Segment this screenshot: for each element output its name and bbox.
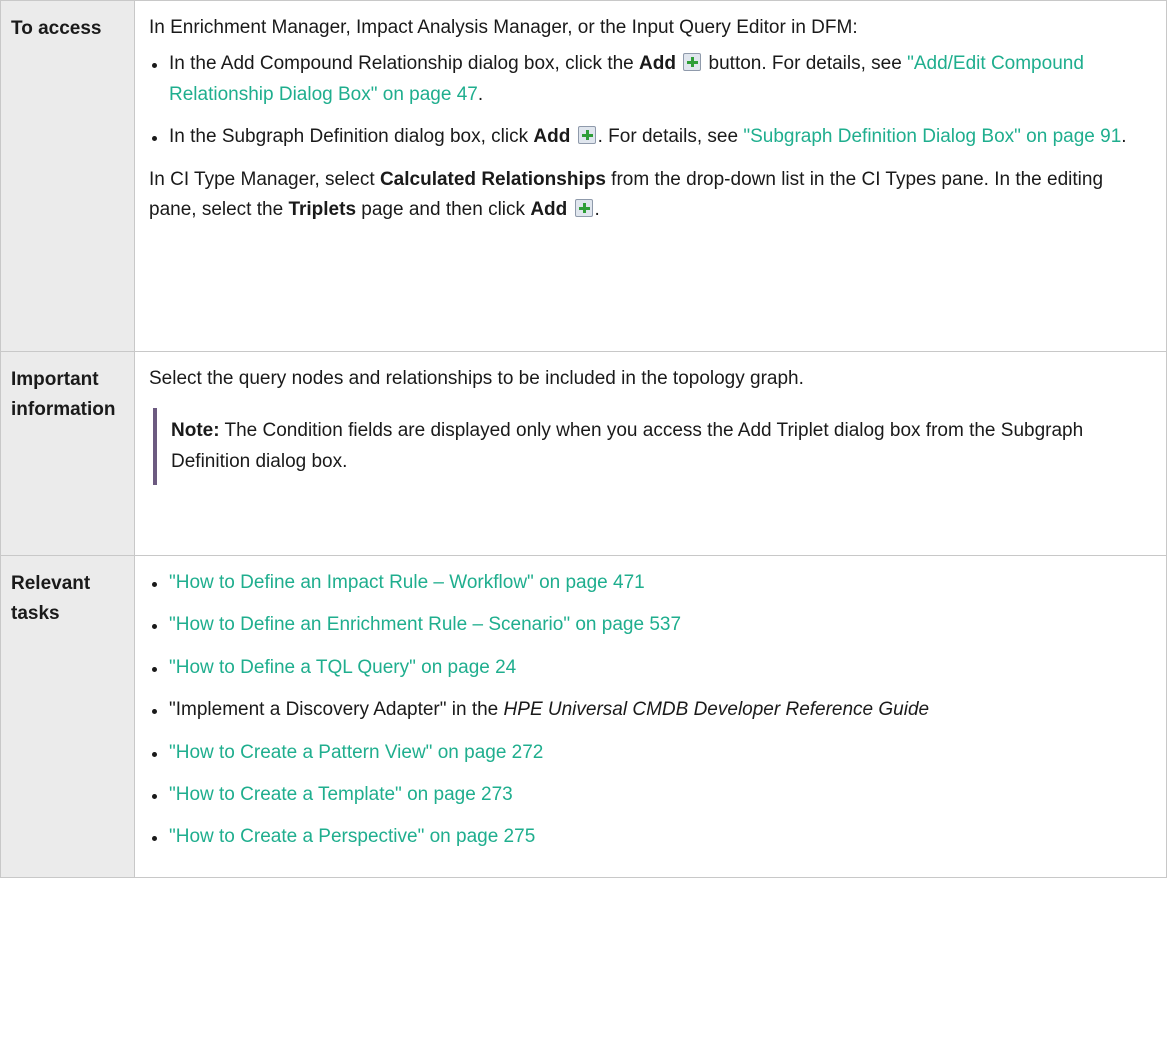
content-relevant-tasks: "How to Define an Impact Rule – Workflow… <box>134 555 1167 878</box>
row-relevant-tasks: Relevant tasks "How to Define an Impact … <box>0 555 1167 878</box>
add-plus-icon <box>574 198 593 217</box>
label-important-information: Important information <box>0 351 135 556</box>
label-to-access: To access <box>0 0 135 352</box>
access-ci-type-manager: In CI Type Manager, select Calculated Re… <box>149 168 1104 220</box>
access-bullets: In the Add Compound Relationship dialog … <box>149 49 1152 152</box>
list-item: "How to Create a Template" on page 273 <box>149 780 1152 810</box>
link-define-impact-rule[interactable]: "How to Define an Impact Rule – Workflow… <box>169 572 645 593</box>
link-subgraph-definition[interactable]: "Subgraph Definition Dialog Box" on page… <box>743 126 1121 147</box>
add-plus-icon <box>577 126 596 145</box>
row-important-information: Important information Select the query n… <box>0 351 1167 556</box>
add-label: Add <box>533 126 571 148</box>
note-block: Note: The Condition fields are displayed… <box>153 408 1152 486</box>
link-create-perspective[interactable]: "How to Create a Perspective" on page 27… <box>169 826 535 847</box>
access-bullet-compound: In the Add Compound Relationship dialog … <box>149 49 1152 110</box>
link-create-template[interactable]: "How to Create a Template" on page 273 <box>169 784 513 805</box>
content-important-information: Select the query nodes and relationships… <box>134 351 1167 556</box>
link-define-enrichment-rule[interactable]: "How to Define an Enrichment Rule – Scen… <box>169 614 681 635</box>
access-bullet-subgraph: In the Subgraph Definition dialog box, c… <box>149 122 1152 152</box>
list-item: "How to Create a Pattern View" on page 2… <box>149 738 1152 768</box>
list-item: "How to Define a TQL Query" on page 24 <box>149 653 1152 683</box>
access-intro: In Enrichment Manager, Impact Analysis M… <box>149 17 858 38</box>
important-text: Select the query nodes and relationships… <box>149 368 804 389</box>
add-label: Add <box>530 198 568 220</box>
list-item: "Implement a Discovery Adapter" in the H… <box>149 695 1152 725</box>
tasks-list: "How to Define an Impact Rule – Workflow… <box>149 568 1152 853</box>
info-table: To access In Enrichment Manager, Impact … <box>0 0 1167 878</box>
label-relevant-tasks: Relevant tasks <box>0 555 135 878</box>
link-define-tql-query[interactable]: "How to Define a TQL Query" on page 24 <box>169 657 516 678</box>
add-plus-icon <box>683 53 702 72</box>
content-to-access: In Enrichment Manager, Impact Analysis M… <box>134 0 1167 352</box>
note-label: Note: <box>171 420 220 442</box>
link-create-pattern-view[interactable]: "How to Create a Pattern View" on page 2… <box>169 742 543 763</box>
note-text: The Condition fields are displayed only … <box>171 420 1084 472</box>
developer-guide-title: HPE Universal CMDB Developer Reference G… <box>503 699 930 721</box>
list-item: "How to Define an Impact Rule – Workflow… <box>149 568 1152 598</box>
add-label: Add <box>639 53 676 75</box>
row-to-access: To access In Enrichment Manager, Impact … <box>0 0 1167 352</box>
list-item: "How to Create a Perspective" on page 27… <box>149 822 1152 852</box>
list-item: "How to Define an Enrichment Rule – Scen… <box>149 610 1152 640</box>
